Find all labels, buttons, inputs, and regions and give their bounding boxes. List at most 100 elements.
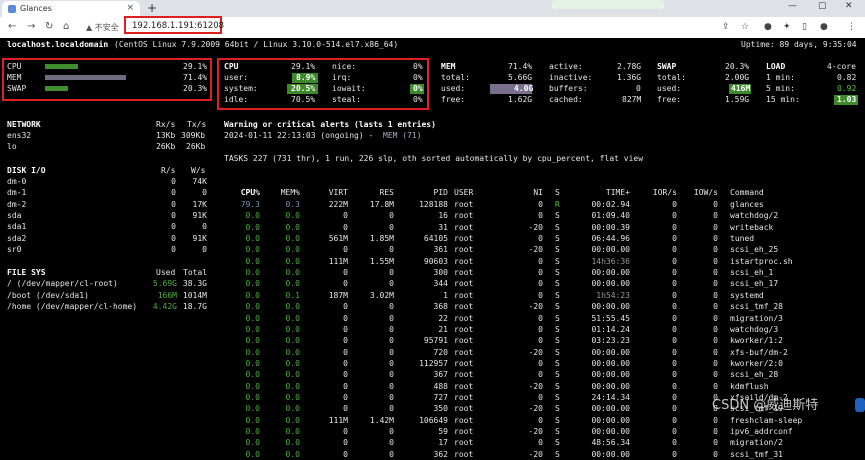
bookmark-star-icon[interactable]: ☆ — [741, 22, 749, 32]
process-pid: 90603 — [423, 256, 448, 266]
mem-active-label: active: — [549, 62, 583, 71]
process-virt: 0 — [343, 211, 348, 221]
process-state: S — [555, 392, 560, 402]
new-tab-button[interactable]: + — [147, 1, 157, 15]
puzzle-extensions-icon[interactable]: ✦ — [783, 22, 791, 32]
process-io-read: 0 — [672, 290, 677, 300]
process-nice: 0 — [538, 256, 543, 266]
disk-read-value: 0 — [171, 233, 176, 243]
alert-entry-kind: MEM (71) — [383, 131, 422, 140]
process-command: kworker/1:2 — [730, 336, 783, 346]
process-nice: 0 — [538, 290, 543, 300]
swap-free-label: free: — [657, 95, 682, 104]
process-user: root — [454, 392, 474, 402]
swap-total-label: total: — [657, 73, 686, 82]
process-state: S — [555, 245, 560, 255]
disk-write-value: 91K — [192, 233, 207, 243]
mem-inactive-value: 1.36G — [617, 73, 642, 82]
fs-total-value: 1014M — [182, 290, 207, 300]
process-pid: 368 — [433, 302, 448, 312]
process-state: S — [555, 324, 560, 334]
process-io-read: 0 — [672, 302, 677, 312]
reload-icon[interactable]: ↻ — [45, 21, 53, 32]
process-io-write: 0 — [713, 381, 718, 391]
process-io-read: 0 — [672, 415, 677, 425]
not-secure-label[interactable]: ▲ 不安全 — [86, 22, 119, 33]
cpu-nice-value: 0% — [413, 62, 423, 71]
scrollbar-thumb[interactable] — [855, 398, 865, 412]
disk-name: dm-0 — [7, 177, 27, 186]
process-pid: 300 — [433, 268, 448, 278]
process-nice: 0 — [538, 234, 543, 244]
process-user: root — [454, 313, 474, 323]
back-icon[interactable]: ← — [8, 21, 16, 32]
process-cpu-percent: 0.0 — [245, 290, 260, 300]
mem-total-value: 5.66G — [508, 73, 533, 82]
tab-close-icon[interactable]: × — [126, 3, 134, 13]
network-title: NETWORK — [7, 120, 41, 129]
process-io-write: 0 — [713, 336, 718, 346]
address-bar[interactable]: 192.168.1.191:61208 — [124, 16, 224, 34]
process-user: root — [454, 438, 474, 448]
csdn-watermark: CSDN @威迪斯特 — [712, 398, 819, 413]
process-res: 0 — [389, 404, 394, 414]
process-pid: 367 — [433, 370, 448, 380]
maximize-button[interactable]: ▢ — [818, 1, 827, 11]
process-cpu-percent: 0.0 — [245, 438, 260, 448]
process-cpu-time: 00:00.00 — [591, 279, 630, 289]
network-iface-lo: lo — [7, 142, 17, 151]
close-window-button[interactable]: ✕ — [845, 1, 853, 11]
process-virt: 0 — [343, 279, 348, 289]
mem-cached-value: 827M — [622, 95, 642, 104]
process-virt: 561M — [328, 234, 348, 244]
swap-free-value: 1.59G — [725, 95, 750, 104]
process-mem-percent: 0.0 — [285, 370, 300, 380]
mem-buffers-label: buffers: — [549, 84, 588, 93]
forward-icon[interactable]: → — [27, 21, 35, 32]
menu-kebab-icon[interactable]: ⋮ — [847, 22, 856, 32]
process-cpu-percent: 0.0 — [245, 427, 260, 436]
cpu-iowait-label: iowait: — [332, 84, 366, 93]
process-cpu-time: 00:00.00 — [591, 358, 630, 368]
share-icon[interactable]: ⇪ — [722, 22, 730, 32]
process-command: watchdog/3 — [730, 324, 779, 334]
quicklook-cpu-label: CPU — [7, 62, 22, 71]
cpu-iowait-value: 0% — [413, 84, 423, 93]
process-command: kworker/2:0 — [730, 358, 783, 368]
process-command: scsi_tmf_31 — [730, 449, 783, 459]
swap-used-label: used: — [657, 84, 682, 93]
process-virt: 111M — [328, 256, 348, 266]
network-ens32-rx: 13Kb — [156, 131, 176, 140]
process-cpu-percent: 0.0 — [245, 234, 260, 244]
cpu-nice-label: nice: — [332, 62, 357, 71]
process-state: S — [555, 302, 560, 312]
process-cpu-percent: 0.0 — [245, 392, 260, 402]
quicklook-swap-value: 20.3% — [183, 84, 208, 93]
process-virt: 0 — [343, 336, 348, 346]
mem-free-value: 1.62G — [508, 95, 533, 104]
process-res: 0 — [389, 449, 394, 459]
sidebar-icon[interactable]: ▯ — [802, 22, 807, 32]
process-cpu-time: 00:00.00 — [591, 449, 630, 459]
home-icon[interactable]: ⌂ — [63, 21, 69, 32]
process-mem-percent: 0.0 — [285, 313, 300, 323]
process-res: 0 — [389, 245, 394, 255]
col-header-user: USER — [454, 188, 474, 197]
process-pid: 361 — [433, 245, 448, 255]
disk-write-value: 17K — [192, 199, 207, 209]
process-pid: 106649 — [419, 415, 448, 425]
extension-dark-icon[interactable]: ● — [764, 22, 772, 32]
minimize-button[interactable]: — — [788, 1, 797, 11]
fs-used-header: Used — [156, 268, 176, 277]
process-cpu-time: 00:00.39 — [591, 222, 630, 232]
process-nice: 0 — [538, 358, 543, 368]
process-pid: 488 — [433, 381, 448, 391]
profile-icon[interactable]: ● — [820, 22, 828, 32]
process-cpu-time: 00:00.00 — [591, 415, 630, 425]
mem-title: MEM — [441, 62, 456, 71]
process-io-write: 0 — [713, 358, 718, 368]
process-virt: 0 — [343, 404, 348, 414]
browser-tab[interactable]: Glances × — [2, 1, 140, 17]
process-command: istartproc.sh — [730, 256, 793, 266]
process-res: 0 — [389, 381, 394, 391]
